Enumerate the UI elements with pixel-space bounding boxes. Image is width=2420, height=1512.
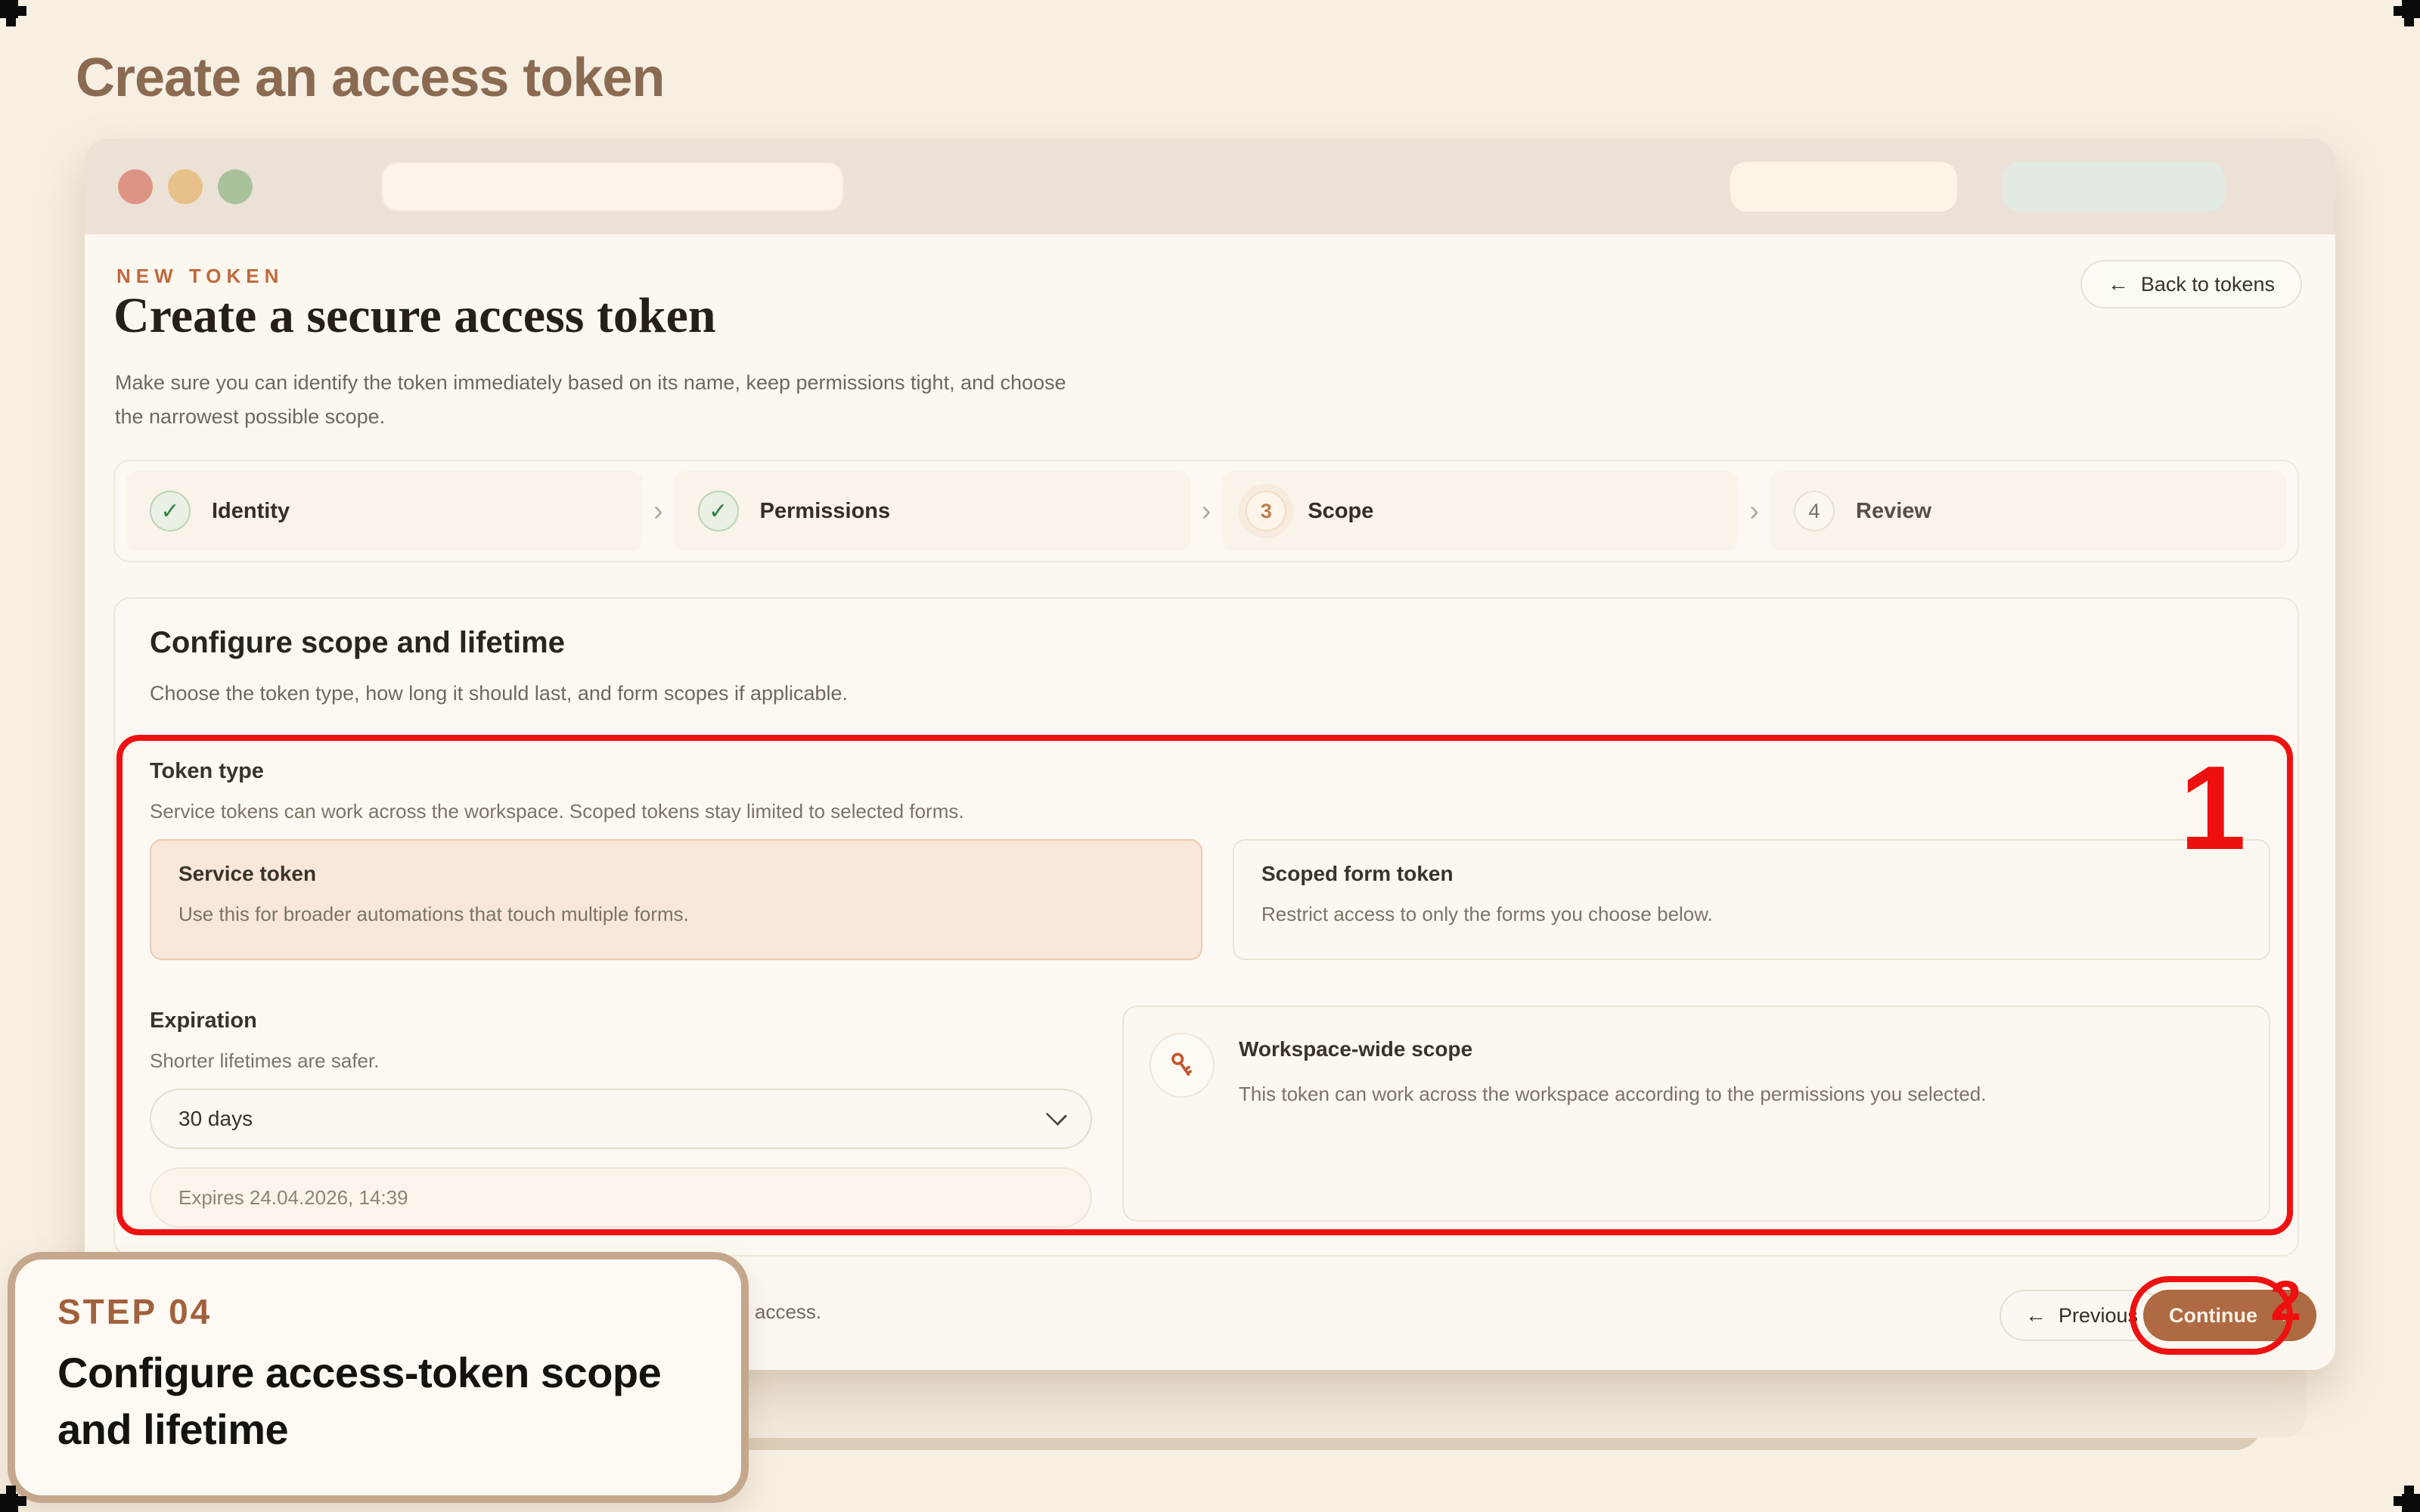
expiration-selected-value: 30 days	[178, 1107, 253, 1131]
chevron-right-icon: ›	[1749, 495, 1759, 528]
wizard-title: Create a secure access token	[113, 287, 716, 345]
workspace-scope-title: Workspace-wide scope	[1239, 1037, 1472, 1061]
left-arrow-icon: ←	[2108, 274, 2129, 295]
callout-1-number: 1	[2180, 748, 2246, 868]
chrome-toolbar-pill	[1730, 162, 1957, 212]
traffic-light-close-icon[interactable]	[118, 169, 153, 204]
footer-note: access.	[755, 1300, 821, 1324]
chrome-toolbar-pill-accent	[2003, 162, 2225, 212]
new-token-eyebrow: NEW TOKEN	[116, 265, 284, 288]
check-icon: ✓	[150, 491, 191, 531]
browser-chrome	[85, 139, 2335, 234]
step-overlay-eyebrow: STEP 04	[57, 1291, 212, 1332]
page-title: Create an access token	[76, 47, 664, 109]
back-to-tokens-button[interactable]: ← Back to tokens	[2080, 260, 2302, 308]
expiration-label: Expiration	[150, 1009, 257, 1033]
step-scope[interactable]: 3 Scope	[1221, 471, 1739, 551]
token-option-service[interactable]: Service token Use this for broader autom…	[150, 839, 1202, 960]
back-button-label: Back to tokens	[2141, 273, 2275, 296]
expires-readout: Expires 24.04.2026, 14:39	[150, 1167, 1092, 1228]
traffic-light-minimize-icon[interactable]	[168, 169, 203, 204]
key-icon	[1150, 1033, 1215, 1098]
check-icon: ✓	[698, 491, 739, 531]
step-identity[interactable]: ✓ Identity	[126, 471, 643, 551]
wizard-description: Make sure you can identify the token imm…	[115, 366, 1091, 435]
section-subtitle: Choose the token type, how long it shoul…	[150, 682, 848, 705]
chevron-right-icon: ›	[653, 495, 663, 528]
section-title: Configure scope and lifetime	[150, 626, 565, 660]
tutorial-screenshot: Create an access token NEW TOKEN Create …	[0, 0, 2420, 1512]
step-number-badge: 4	[1794, 491, 1835, 531]
workspace-scope-description: This token can work across the workspace…	[1239, 1080, 2229, 1109]
address-bar[interactable]	[381, 162, 844, 212]
workspace-scope-panel: Workspace-wide scope This token can work…	[1122, 1005, 2270, 1222]
step-number-badge: 3	[1246, 491, 1286, 531]
token-type-description: Service tokens can work across the works…	[150, 800, 964, 823]
left-arrow-icon: ←	[2025, 1305, 2046, 1326]
callout-2-number: 2	[2270, 1270, 2301, 1331]
chevron-down-icon	[1046, 1105, 1067, 1126]
expiration-hint: Shorter lifetimes are safer.	[150, 1049, 379, 1073]
continue-button-label: Continue	[2169, 1304, 2257, 1328]
scope-config-card: Configure scope and lifetime Choose the …	[113, 597, 2299, 1256]
chevron-right-icon: ›	[1202, 495, 1212, 528]
wizard-stepper: ✓ Identity › ✓ Permissions › 3 Scope › 4…	[113, 460, 2299, 562]
step-overlay-card: STEP 04 Configure access-token scope and…	[8, 1252, 749, 1503]
step-overlay-title: Configure access-token scope and lifetim…	[57, 1344, 700, 1458]
step-review[interactable]: 4 Review	[1770, 471, 2287, 551]
token-option-scoped-form[interactable]: Scoped form token Restrict access to onl…	[1233, 839, 2270, 960]
step-permissions[interactable]: ✓ Permissions	[674, 471, 1191, 551]
expiration-select[interactable]: 30 days	[150, 1089, 1092, 1149]
browser-window: NEW TOKEN Create a secure access token M…	[85, 139, 2335, 1370]
previous-button-label: Previous	[2059, 1304, 2138, 1328]
token-type-label: Token type	[150, 759, 264, 784]
traffic-light-zoom-icon[interactable]	[218, 169, 253, 204]
previous-button[interactable]: ← Previous	[2000, 1290, 2164, 1341]
